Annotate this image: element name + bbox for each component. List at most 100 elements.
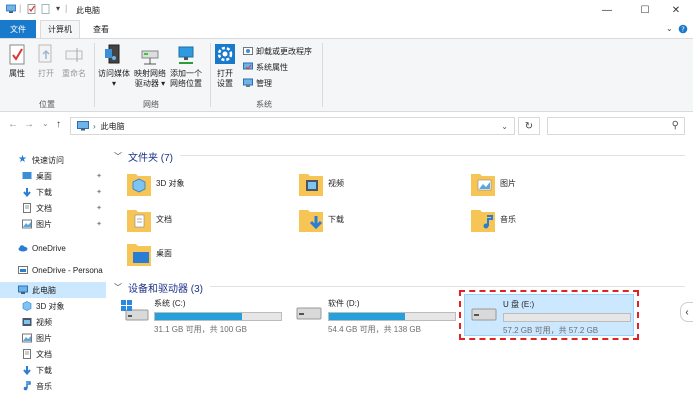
up-button[interactable]: ↑ <box>56 119 61 130</box>
new-folder-icon[interactable] <box>41 4 51 14</box>
sidebar-item-videos[interactable]: 视频 <box>0 314 106 330</box>
media-server-icon <box>105 44 120 64</box>
sidebar-item-documents-2[interactable]: 文档 <box>0 346 106 362</box>
chevron-down-icon[interactable]: ﹀ <box>114 151 122 162</box>
sidebar-item-label: 文档 <box>36 203 52 213</box>
sidebar-item-pictures[interactable]: 图片 ✦ <box>0 216 106 232</box>
sidebar-item-label: 图片 <box>36 333 52 343</box>
drive-usage-fill <box>329 313 406 320</box>
pin-icon: ✦ <box>96 205 102 212</box>
folder-3d-objects[interactable]: 3D 对象 <box>126 168 184 198</box>
drive-icon <box>296 307 322 320</box>
download-arrow-icon <box>23 188 31 197</box>
drive-free-space: 54.4 GB 可用，共 138 GB <box>328 325 421 334</box>
drive-name: 软件 (D:) <box>328 299 360 308</box>
document-icon <box>23 203 31 213</box>
map-network-drive-button[interactable]: 映射网络 驱动器 ▾ <box>134 43 166 89</box>
folder-pictures[interactable]: 图片 <box>470 168 516 198</box>
rename-icon <box>65 48 83 62</box>
group-divider <box>210 43 211 107</box>
system-properties-button[interactable]: 系统属性 <box>243 61 288 73</box>
address-bar[interactable]: › 此电脑 ⌄ <box>70 117 515 135</box>
group-label-system: 系统 <box>256 100 272 109</box>
search-icon: ⚲ <box>671 120 679 131</box>
sidebar-item-3d-objects[interactable]: 3D 对象 <box>0 298 106 314</box>
add-network-location-button[interactable]: 添加一个 网络位置 <box>170 43 202 89</box>
folder-picture-icon <box>471 174 495 196</box>
close-button[interactable]: ✕ <box>659 0 693 20</box>
folder-desktop[interactable]: 桌面 <box>126 238 172 268</box>
tab-computer[interactable]: 计算机 <box>40 20 80 38</box>
minimize-button[interactable]: — <box>590 0 624 20</box>
back-button[interactable]: ← <box>8 119 18 130</box>
title-bar: | ▾ | 此电脑 — ☐ ✕ <box>0 0 693 20</box>
sidebar-item-label: 下载 <box>36 187 52 197</box>
recent-locations-button[interactable]: ⌄ <box>42 119 49 128</box>
music-note-icon <box>23 381 31 391</box>
open-button[interactable]: 打开 <box>35 43 57 79</box>
uninstall-program-button[interactable]: 卸载或更改程序 <box>243 45 312 57</box>
drive-usage-fill <box>155 313 242 320</box>
properties-icon[interactable] <box>27 4 37 14</box>
drive-d[interactable]: 软件 (D:) 54.4 GB 可用，共 138 GB <box>294 298 456 335</box>
sidebar-item-pictures-2[interactable]: 图片 <box>0 330 106 346</box>
folder-documents[interactable]: 文档 <box>126 204 172 234</box>
group-divider-line <box>210 286 685 287</box>
sidebar-item-desktop[interactable]: 桌面 ✦ <box>0 168 106 184</box>
group-divider <box>94 43 95 107</box>
system-properties-label: 系统属性 <box>256 62 288 72</box>
rename-button[interactable]: 重命名 <box>62 43 86 79</box>
folder-document-icon <box>127 210 151 232</box>
download-arrow-icon <box>23 366 31 375</box>
qat-customize-icon[interactable]: ▾ <box>56 4 60 13</box>
computer-icon <box>6 4 16 13</box>
breadcrumb-this-pc[interactable]: 此电脑 <box>101 121 125 132</box>
refresh-button[interactable]: ↻ <box>518 117 540 135</box>
group-label-network: 网络 <box>143 100 159 109</box>
folder-videos[interactable]: 视频 <box>298 168 344 198</box>
sidebar-item-label: 下载 <box>36 365 52 375</box>
sidebar-item-label: 此电脑 <box>32 285 56 295</box>
tab-view[interactable]: 查看 <box>84 20 118 38</box>
drive-c[interactable]: 系统 (C:) 31.1 GB 可用，共 100 GB <box>120 298 282 335</box>
open-settings-button[interactable]: 打开 设置 <box>214 43 236 89</box>
folder-downloads[interactable]: 下载 <box>298 204 344 234</box>
map-network-drive-label-2: 驱动器 ▾ <box>134 79 166 88</box>
forward-button[interactable]: → <box>24 119 34 130</box>
sidebar-item-documents[interactable]: 文档 ✦ <box>0 200 106 216</box>
search-input[interactable]: ⚲ <box>547 117 685 135</box>
chevron-down-icon[interactable]: ﹀ <box>114 282 122 293</box>
sidebar-item-label: 音乐 <box>36 381 52 391</box>
scroll-left-button[interactable]: ‹ <box>680 302 693 322</box>
sidebar-item-downloads-2[interactable]: 下载 <box>0 362 106 378</box>
maximize-button[interactable]: ☐ <box>628 0 662 20</box>
address-dropdown-button[interactable]: ⌄ <box>501 122 508 131</box>
sidebar-item-onedrive-personal[interactable]: OneDrive - Persona <box>0 262 106 278</box>
qat-divider-2: | <box>65 3 68 13</box>
access-media-button[interactable]: 访问媒体 ▾ <box>98 43 130 89</box>
tab-file[interactable]: 文件 <box>0 20 36 38</box>
group-header-folders[interactable]: ﹀ 文件夹 (7) <box>114 149 173 164</box>
sidebar-item-downloads[interactable]: 下载 ✦ <box>0 184 106 200</box>
sidebar-item-this-pc[interactable]: 此电脑 <box>0 282 106 298</box>
expand-ribbon-icon[interactable]: ⌄ <box>666 24 673 33</box>
network-location-icon <box>178 46 194 64</box>
folder-music[interactable]: 音乐 <box>470 204 516 234</box>
sidebar-item-onedrive[interactable]: OneDrive <box>0 240 106 256</box>
picture-icon <box>22 333 32 343</box>
help-icon[interactable]: ? <box>678 24 688 34</box>
rename-label: 重命名 <box>62 69 86 78</box>
group-divider-line <box>180 155 685 156</box>
system-properties-icon <box>243 62 253 70</box>
sidebar-item-label: 图片 <box>36 219 52 229</box>
add-network-location-label-1: 添加一个 <box>170 69 202 78</box>
properties-button[interactable]: 属性 <box>6 43 28 79</box>
pin-icon: ✦ <box>96 189 102 196</box>
ribbon-tabs: 文件 计算机 查看 ⌄ ? <box>0 20 693 38</box>
group-title: 设备和驱动器 (3) <box>128 284 203 295</box>
sidebar-item-music[interactable]: 音乐 <box>0 378 106 394</box>
group-header-devices[interactable]: ﹀ 设备和驱动器 (3) <box>114 280 203 295</box>
manage-button[interactable]: 管理 <box>243 77 272 89</box>
breadcrumb-separator[interactable]: › <box>93 122 96 131</box>
sidebar-item-quick-access[interactable]: ★ 快速访问 <box>0 152 106 168</box>
